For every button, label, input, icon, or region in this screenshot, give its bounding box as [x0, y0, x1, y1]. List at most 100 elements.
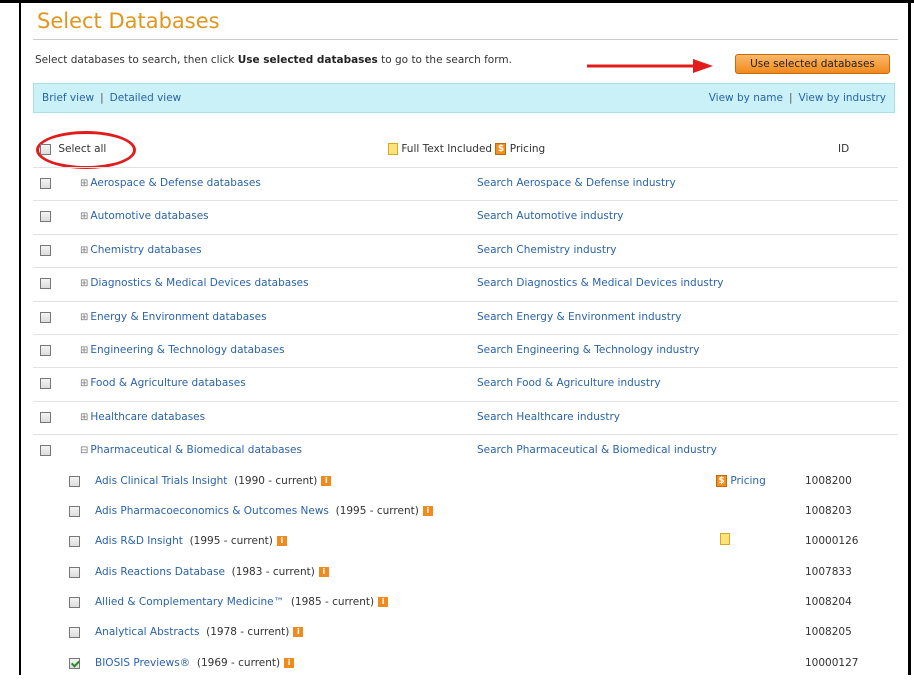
- view-by-name-link[interactable]: View by name: [709, 92, 783, 104]
- database-entry: Adis R&D Insight (1995 - current) i: [95, 535, 287, 547]
- view-by-industry-link[interactable]: View by industry: [799, 92, 886, 104]
- info-icon[interactable]: i: [378, 597, 389, 608]
- select-databases-panel: Select Databases Select databases to sea…: [21, 3, 908, 675]
- brief-view-link[interactable]: Brief view: [42, 92, 94, 104]
- database-name-link[interactable]: Adis R&D Insight: [95, 535, 183, 547]
- category-checkbox[interactable]: [40, 278, 51, 290]
- category-expand-link[interactable]: ⊞ Healthcare databases: [80, 411, 205, 423]
- database-entry: Allied & Complementary Medicine™ (1985 -…: [95, 596, 389, 609]
- database-checkbox[interactable]: [69, 536, 80, 548]
- instruction-bold: Use selected databases: [237, 54, 378, 66]
- category-checkbox[interactable]: [40, 344, 51, 356]
- info-icon[interactable]: i: [321, 475, 332, 486]
- pricing-indicator[interactable]: $ Pricing: [716, 474, 766, 487]
- category-checkbox[interactable]: [40, 244, 51, 256]
- database-checkbox-checked[interactable]: [69, 657, 80, 669]
- database-checkbox[interactable]: [69, 627, 80, 639]
- database-row: BIOSIS Previews® (1969 - current) i 10000…: [33, 650, 898, 680]
- icon-legend: Full Text Included $ Pricing: [388, 143, 545, 155]
- category-name: Chemistry databases: [90, 243, 202, 256]
- database-row: Adis R&D Insight (1995 - current) i 10000…: [33, 528, 898, 558]
- select-all-control[interactable]: Select all: [36, 131, 136, 169]
- red-arrow-annotation: [587, 59, 713, 73]
- search-industry-link[interactable]: Search Chemistry industry: [477, 244, 616, 256]
- pricing-link[interactable]: Pricing: [730, 475, 765, 487]
- view-mode-links: Brief view | Detailed view: [42, 84, 181, 112]
- database-name-link[interactable]: Adis Clinical Trials Insight: [95, 475, 227, 487]
- search-industry-link[interactable]: Search Automotive industry: [477, 210, 624, 222]
- search-industry-link[interactable]: Search Energy & Environment industry: [477, 311, 681, 323]
- category-expand-link[interactable]: ⊞ Energy & Environment databases: [80, 311, 267, 323]
- database-years: (1969 - current): [196, 656, 281, 669]
- info-icon[interactable]: i: [318, 566, 329, 577]
- expand-icon: ⊞: [80, 211, 89, 223]
- database-name-link[interactable]: Analytical Abstracts: [95, 626, 199, 638]
- info-icon[interactable]: i: [284, 657, 295, 668]
- database-entry: Adis Pharmacoeconomics & Outcomes News (…: [95, 505, 433, 517]
- expand-icon: ⊞: [80, 378, 89, 390]
- instruction-text: Select databases to search, then click U…: [35, 54, 512, 66]
- database-id: 1008203: [805, 504, 852, 517]
- pricing-icon: $: [716, 474, 727, 487]
- expand-icon: ⊞: [80, 244, 89, 256]
- category-expand-link[interactable]: ⊞ Automotive databases: [80, 210, 209, 222]
- expand-icon: ⊞: [80, 311, 89, 323]
- database-checkbox[interactable]: [69, 505, 80, 517]
- database-name-link[interactable]: Adis Pharmacoeconomics & Outcomes News: [95, 505, 329, 517]
- category-checkbox[interactable]: [40, 445, 51, 457]
- category-checkbox[interactable]: [40, 411, 51, 423]
- database-id: 10000127: [805, 656, 859, 669]
- select-all-checkbox[interactable]: [40, 143, 51, 155]
- search-industry-link[interactable]: Search Healthcare industry: [477, 411, 620, 423]
- category-row-automotive: ⊞ Automotive databases Search Automotive …: [33, 200, 898, 233]
- category-row-healthcare: ⊞ Healthcare databases Search Healthcare …: [33, 400, 898, 434]
- category-checkbox[interactable]: [40, 178, 51, 189]
- search-industry-link[interactable]: Search Pharmaceutical & Biomedical indus…: [477, 444, 717, 456]
- database-entry: Adis Clinical Trials Insight (1990 - cur…: [95, 475, 332, 487]
- category-expand-link[interactable]: ⊞ Aerospace & Defense databases: [80, 177, 261, 189]
- detailed-view-link[interactable]: Detailed view: [110, 92, 182, 104]
- category-checkbox[interactable]: [40, 311, 51, 323]
- search-industry-link[interactable]: Search Food & Agriculture industry: [477, 377, 661, 389]
- database-checkbox[interactable]: [69, 597, 80, 609]
- database-checkbox[interactable]: [69, 475, 80, 487]
- category-name: Energy & Environment databases: [90, 310, 267, 323]
- category-expand-link[interactable]: ⊞ Diagnostics & Medical Devices databases: [80, 277, 309, 289]
- database-checkbox[interactable]: [69, 566, 80, 578]
- database-years: (1995 - current): [335, 504, 419, 517]
- page-title: Select Databases: [37, 9, 220, 33]
- full-text-icon: [388, 143, 398, 155]
- use-selected-databases-button[interactable]: Use selected databases: [735, 54, 890, 74]
- database-entry: BIOSIS Previews® (1969 - current) i: [95, 656, 295, 669]
- category-name: Automotive databases: [90, 210, 209, 223]
- category-checkbox[interactable]: [40, 378, 51, 390]
- database-name-link[interactable]: BIOSIS Previews®: [95, 657, 190, 669]
- search-industry-link[interactable]: Search Engineering & Technology industry: [477, 344, 699, 356]
- search-industry-link[interactable]: Search Aerospace & Defense industry: [477, 177, 676, 189]
- database-entry: Analytical Abstracts (1978 - current) i: [95, 626, 304, 638]
- category-name: Engineering & Technology databases: [90, 343, 285, 356]
- category-row-energy: ⊞ Energy & Environment databases Search E…: [33, 300, 898, 334]
- database-row: Adis Reactions Database (1983 - current)…: [33, 559, 898, 589]
- category-name: Pharmaceutical & Biomedical databases: [90, 444, 302, 457]
- database-name-link[interactable]: Allied & Complementary Medicine™: [95, 596, 284, 608]
- category-expand-link[interactable]: ⊞ Food & Agriculture databases: [80, 377, 246, 389]
- separator: |: [788, 92, 793, 104]
- database-name-link[interactable]: Adis Reactions Database: [95, 566, 225, 578]
- info-icon[interactable]: i: [422, 505, 433, 516]
- database-years: (1985 - current): [290, 596, 375, 609]
- category-collapse-link[interactable]: ⊟ Pharmaceutical & Biomedical databases: [80, 444, 302, 456]
- search-industry-link[interactable]: Search Diagnostics & Medical Devices ind…: [477, 277, 724, 289]
- database-entry: Adis Reactions Database (1983 - current)…: [95, 566, 329, 578]
- category-row-pharmaceutical: ⊟ Pharmaceutical & Biomedical databases S…: [33, 434, 898, 467]
- database-id: 1008200: [805, 474, 852, 487]
- instruction-prefix: Select databases to search, then click: [35, 54, 238, 66]
- category-expand-link[interactable]: ⊞ Engineering & Technology databases: [80, 344, 285, 356]
- info-icon[interactable]: i: [293, 627, 304, 638]
- category-checkbox[interactable]: [40, 211, 51, 223]
- collapse-icon: ⊟: [80, 445, 89, 457]
- category-row-aerospace: ⊞ Aerospace & Defense databases Search Ae…: [33, 167, 898, 200]
- category-expand-link[interactable]: ⊞ Chemistry databases: [80, 244, 202, 256]
- database-row: Adis Clinical Trials Insight (1990 - cur…: [33, 468, 898, 498]
- info-icon[interactable]: i: [276, 536, 287, 547]
